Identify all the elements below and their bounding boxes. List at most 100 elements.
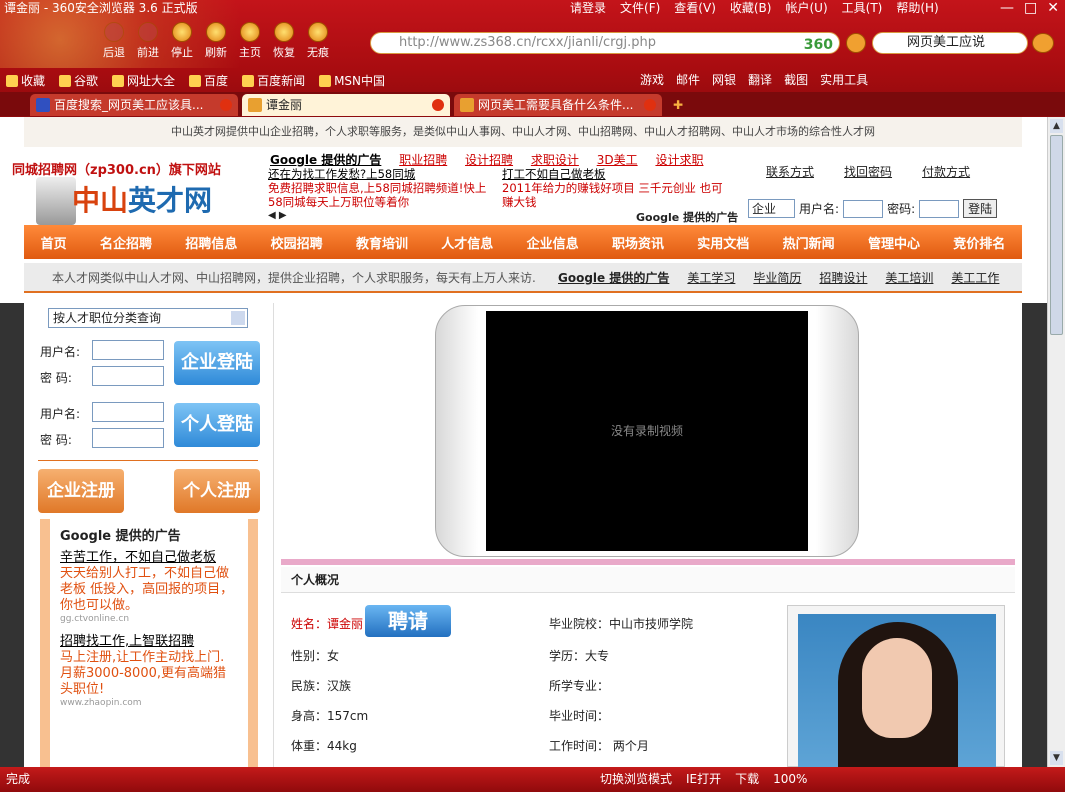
menu-favorites[interactable]: 收藏(B) <box>730 0 772 16</box>
site-logo[interactable]: 中山英才网 <box>72 179 212 219</box>
forward-button[interactable]: 前进 <box>134 22 162 60</box>
google-ads-label[interactable]: Google 提供的广告 <box>270 153 381 167</box>
login-type-select[interactable]: 企业 <box>748 199 796 218</box>
personal-password-input[interactable] <box>92 428 164 448</box>
sidebar-ad-desc[interactable]: 天天给别人打工，不如自己做老板 低投入，高回报的项目，你也可以做。 <box>60 566 238 614</box>
tab-baidu[interactable]: 百度搜索_网页美工应该具... <box>30 94 238 116</box>
minimize-button[interactable]: — <box>1000 0 1014 16</box>
switch-mode-button[interactable]: 切换浏览模式 <box>600 767 672 792</box>
screenshot-button[interactable]: 截图 <box>784 70 808 90</box>
games-button[interactable]: 游戏 <box>640 70 664 90</box>
login-button[interactable]: 登陆 <box>963 199 998 218</box>
incognito-button[interactable]: 无痕 <box>304 22 332 60</box>
nav-campus[interactable]: 校园招聘 <box>271 233 323 252</box>
sub-link[interactable]: 美工学习 <box>687 263 735 293</box>
header-password-input[interactable] <box>919 199 960 218</box>
maximize-button[interactable]: □ <box>1024 0 1037 16</box>
close-button[interactable]: ✕ <box>1047 0 1059 16</box>
category-select[interactable]: 按人才职位分类查询 <box>48 308 248 328</box>
fav-item[interactable]: 百度 <box>189 72 228 89</box>
sub-link[interactable]: 毕业简历 <box>753 263 801 293</box>
personal-username-input[interactable] <box>92 402 164 422</box>
translate-button[interactable]: 翻译 <box>748 70 772 90</box>
nav-company-info[interactable]: 企业信息 <box>527 233 579 252</box>
sidebar-ad-url[interactable]: gg.ctvonline.cn <box>60 614 238 624</box>
bank-button[interactable]: 网银 <box>712 70 736 90</box>
tab-other[interactable]: 网页美工需要具备什么条件... <box>454 94 662 116</box>
company-password-input[interactable] <box>92 366 164 386</box>
go-button[interactable] <box>846 33 866 53</box>
ad-link[interactable]: 求职设计 <box>531 153 579 167</box>
nav-home[interactable]: 首页 <box>41 233 67 252</box>
zoom-level[interactable]: 100% <box>773 767 807 792</box>
contact-link[interactable]: 联系方式 <box>766 163 814 180</box>
menu-tools[interactable]: 工具(T) <box>842 0 883 16</box>
fav-item[interactable]: MSN中国 <box>319 72 385 89</box>
ad-link[interactable]: 职业招聘 <box>399 153 447 167</box>
ad-link[interactable]: 设计求职 <box>655 153 703 167</box>
stop-button[interactable]: 停止 <box>168 22 196 60</box>
menu-account[interactable]: 帐户(U) <box>785 0 827 16</box>
nav-ranking[interactable]: 竞价排名 <box>953 233 1005 252</box>
ie-open-button[interactable]: IE打开 <box>686 767 721 792</box>
fav-item[interactable]: 谷歌 <box>59 72 98 89</box>
sub-link[interactable]: 招聘设计 <box>819 263 867 293</box>
nav-talents[interactable]: 人才信息 <box>441 233 493 252</box>
ad-pager[interactable]: ◀ ▶ <box>268 210 287 221</box>
close-tab-icon[interactable] <box>432 99 444 111</box>
download-button[interactable]: 下载 <box>735 767 759 792</box>
ad-link[interactable]: 3D美工 <box>597 153 638 167</box>
ad-link[interactable]: 设计招聘 <box>465 153 513 167</box>
header-username-input[interactable] <box>843 199 884 218</box>
mail-button[interactable]: 邮件 <box>676 70 700 90</box>
refresh-button[interactable]: 刷新 <box>202 22 230 60</box>
fav-item[interactable]: 网址大全 <box>112 72 175 89</box>
address-bar[interactable]: http://www.zs368.cn/rcxx/jianli/crgj.php… <box>370 32 840 54</box>
video-screen[interactable]: 没有录制视频 <box>486 311 808 551</box>
menu-login[interactable]: 请登录 <box>570 0 606 16</box>
scroll-up-icon[interactable]: ▲ <box>1050 119 1063 133</box>
header-ad-2[interactable]: 打工不如自己做老板 2011年给力的赚钱好项目 三千元创业 也可赚大钱 <box>502 167 732 209</box>
vertical-scrollbar[interactable]: ▲ ▼ <box>1047 117 1065 767</box>
nav-hot-news[interactable]: 热门新闻 <box>783 233 835 252</box>
scroll-down-icon[interactable]: ▼ <box>1050 751 1063 765</box>
sidebar-ad-desc[interactable]: 马上注册,让工作主动找上门. 月薪3000-8000,更有高端猎头职位! <box>60 650 238 698</box>
nav-companies[interactable]: 名企招聘 <box>100 233 152 252</box>
search-icon[interactable] <box>1032 33 1054 53</box>
menu-help[interactable]: 帮助(H) <box>896 0 938 16</box>
fav-item[interactable]: 收藏 <box>6 72 45 89</box>
sidebar-ad-url[interactable]: www.zhaopin.com <box>60 698 238 708</box>
nav-documents[interactable]: 实用文档 <box>697 233 749 252</box>
home-button[interactable]: 主页 <box>236 22 264 60</box>
new-tab-button[interactable]: ✚ <box>666 94 690 116</box>
tools-button[interactable]: 实用工具 <box>820 70 868 90</box>
hire-button[interactable]: 聘请 <box>365 605 451 637</box>
sidebar-ad-title[interactable]: 招聘找工作,上智联招聘 <box>60 634 238 650</box>
fav-item[interactable]: 百度新闻 <box>242 72 305 89</box>
close-tab-icon[interactable] <box>220 99 232 111</box>
sidebar-ad-title[interactable]: 辛苦工作，不如自己做老板 <box>60 550 238 566</box>
nav-admin[interactable]: 管理中心 <box>868 233 920 252</box>
sub-link[interactable]: 美工培训 <box>885 263 933 293</box>
back-button[interactable]: 后退 <box>100 22 128 60</box>
menu-view[interactable]: 查看(V) <box>674 0 716 16</box>
search-input[interactable]: 网页美工应说 <box>872 32 1028 54</box>
company-login-button[interactable]: 企业登陆 <box>174 341 260 385</box>
recover-password-link[interactable]: 找回密码 <box>844 163 892 180</box>
restore-button[interactable]: 恢复 <box>270 22 298 60</box>
company-username-input[interactable] <box>92 340 164 360</box>
company-register-button[interactable]: 企业注册 <box>38 469 124 513</box>
nav-career-news[interactable]: 职场资讯 <box>612 233 664 252</box>
nav-training[interactable]: 教育培训 <box>356 233 408 252</box>
sub-link[interactable]: 美工工作 <box>951 263 999 293</box>
payment-link[interactable]: 付款方式 <box>922 163 970 180</box>
close-tab-icon[interactable] <box>644 99 656 111</box>
scroll-thumb[interactable] <box>1050 135 1063 335</box>
personal-login-button[interactable]: 个人登陆 <box>174 403 260 447</box>
personal-register-button[interactable]: 个人注册 <box>174 469 260 513</box>
tab-current[interactable]: 谭金丽 <box>242 94 450 116</box>
menu-file[interactable]: 文件(F) <box>620 0 660 16</box>
nav-jobs[interactable]: 招聘信息 <box>185 233 237 252</box>
header-ad-1[interactable]: 还在为找工作发愁?上58同城 免费招聘求职信息,上58同城招聘频道!快上58同城… <box>268 167 494 209</box>
site-logo-small[interactable]: 同城招聘网（zp300.cn）旗下网站 <box>12 159 221 178</box>
